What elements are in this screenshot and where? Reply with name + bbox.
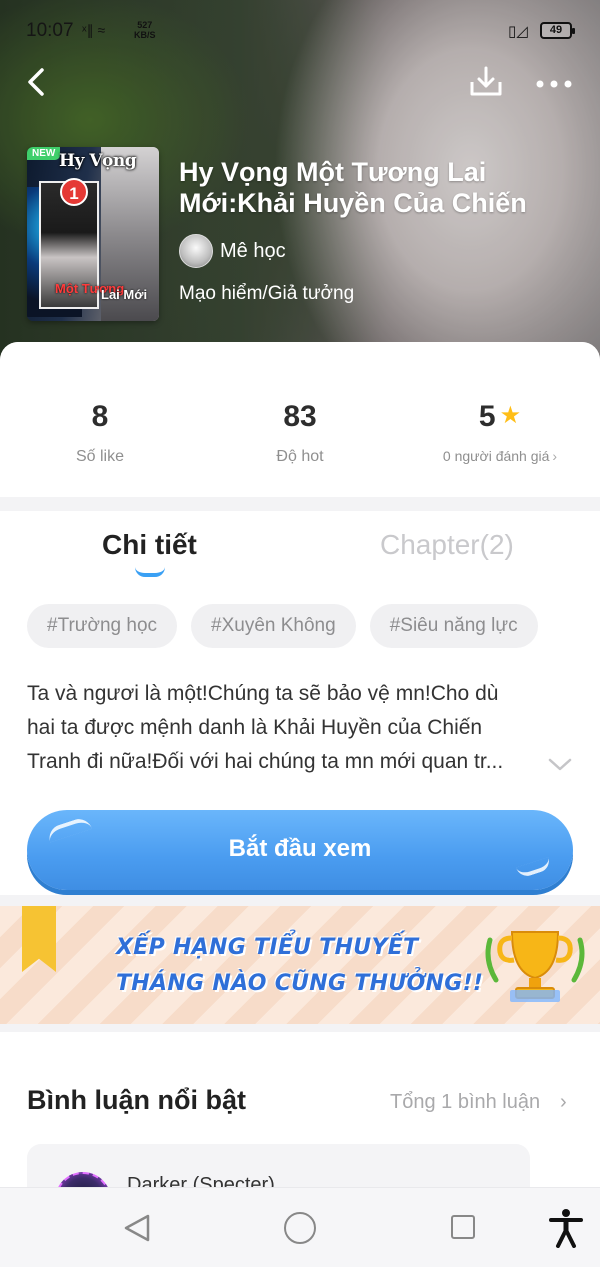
comments-title: Bình luận nổi bật	[27, 1085, 246, 1115]
stats-panel: 8 Số like 83 Độ hot 5 ★ 0 người đánh giá ›	[0, 342, 600, 497]
rating-label: 0 người đánh giá	[442, 448, 550, 464]
back-button[interactable]	[20, 64, 56, 100]
nav-home-circle-icon[interactable]	[284, 1212, 316, 1244]
tag-list: #Trường học #Xuyên Không #Siêu năng lực	[27, 604, 538, 648]
likes-stat: 8 Số like	[0, 400, 200, 466]
chevron-down-icon[interactable]	[548, 757, 572, 773]
nav-back-triangle-icon[interactable]	[122, 1213, 152, 1243]
likes-label: Số like	[75, 448, 125, 465]
top-navigation	[0, 60, 600, 104]
download-button[interactable]	[468, 64, 504, 100]
hot-stat: 83 Độ hot	[200, 400, 400, 466]
novel-title: Hy Vọng Một Tương Lai Mới:Khải Huyền Của…	[179, 157, 527, 218]
banner-line: THÁNG NÀO CŨNG THƯỞNG!!	[116, 971, 484, 996]
banner-text: XẾP HẠNG TIỂU THUYẾT THÁNG NÀO CŨNG THƯỞ…	[116, 930, 483, 1002]
banner-line: XẾP HẠNG TIỂU THUYẾT	[116, 935, 419, 960]
author-avatar[interactable]	[179, 234, 213, 268]
trophy-icon	[485, 931, 585, 1002]
tag-item[interactable]: #Siêu năng lực	[369, 604, 538, 648]
hot-label: Độ hot	[276, 448, 324, 465]
vibrate-signal-icon: ▯◿	[508, 23, 528, 40]
rating-value: 5	[478, 400, 496, 433]
cover-title-top: Hy Vọng	[59, 151, 137, 171]
tag-item[interactable]: #Trường học	[27, 604, 178, 648]
tab-active-indicator	[135, 567, 165, 577]
ribbon-icon	[22, 906, 56, 972]
battery-icon: 49	[540, 22, 575, 39]
button-shine	[515, 857, 553, 879]
nav-recent-square-icon[interactable]	[451, 1215, 475, 1239]
start-reading-label: Bắt đầu xem	[228, 835, 372, 862]
system-navigation-bar	[0, 1187, 600, 1267]
status-bar: 10:07 ˣ∥ ≈ 527 KB/S ▯◿ 49	[0, 0, 600, 60]
detail-section: Chi tiết Chapter(2) #Trường học #Xuyên K…	[0, 511, 600, 895]
tab-detail[interactable]: Chi tiết	[102, 529, 197, 561]
net-speed: 527 KB/S	[134, 20, 156, 40]
ranking-banner[interactable]: XẾP HẠNG TIỂU THUYẾT THÁNG NÀO CŨNG THƯỞ…	[0, 906, 600, 1024]
description-line: hai ta được mệnh danh là Khải Huyền của …	[27, 716, 483, 739]
download-icon	[470, 66, 502, 96]
new-badge: NEW	[27, 147, 61, 160]
rating-stat[interactable]: 5 ★ 0 người đánh giá ›	[400, 400, 600, 464]
start-reading-button[interactable]: Bắt đầu xem	[27, 810, 573, 890]
hot-value: 83	[283, 400, 317, 433]
rank-badge: 1	[60, 178, 88, 206]
description-line: Tranh đi nữa!Đối với hai chúng ta mn mới…	[27, 750, 504, 773]
cover-title-right: Lai Mới	[101, 287, 148, 302]
chevron-right-icon[interactable]: ›	[560, 1091, 567, 1114]
likes-value: 8	[91, 400, 109, 433]
novel-cover[interactable]: NEW 1 Hy Vọng Một Tương Lai Mới	[27, 147, 159, 321]
tab-chapter[interactable]: Chapter(2)	[380, 529, 514, 561]
comments-total-link[interactable]: Tổng 1 bình luận	[390, 1091, 540, 1114]
more-button[interactable]	[534, 64, 574, 100]
net-speed-value: 527	[137, 20, 153, 30]
author-row[interactable]: Mê học	[179, 234, 286, 268]
status-time: 10:07	[26, 20, 74, 41]
accessibility-icon[interactable]	[548, 1208, 584, 1248]
more-dots-icon	[536, 80, 572, 88]
net-speed-unit: KB/S	[134, 30, 156, 40]
author-name[interactable]: Mê học	[220, 240, 286, 263]
novel-genre: Mạo hiểm/Giả tưởng	[179, 283, 355, 304]
description-line: Ta và ngươi là một!Chúng ta sẽ bảo vệ mn…	[27, 682, 499, 705]
star-icon: ★	[499, 402, 522, 429]
tag-item[interactable]: #Xuyên Không	[191, 604, 356, 648]
novel-description[interactable]: Ta và ngươi là một!Chúng ta sẽ bảo vệ mn…	[27, 677, 547, 779]
button-shine	[45, 815, 93, 843]
chevron-right-icon: ›	[552, 448, 558, 464]
chevron-left-icon	[28, 68, 44, 96]
signal-icon: ˣ∥ ≈	[82, 22, 106, 38]
